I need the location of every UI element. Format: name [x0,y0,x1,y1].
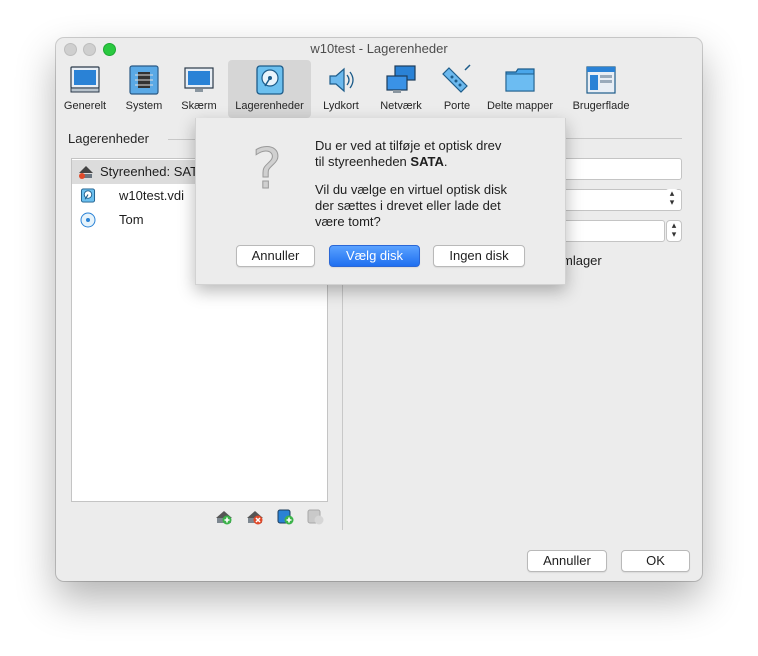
cancel-button[interactable]: Annuller [527,550,607,572]
add-attachment-icon[interactable] [276,508,294,526]
tab-delte-mapper[interactable]: Delte mapper [484,60,556,118]
dialog-line-2-suffix: . [443,154,448,169]
general-screen-icon [70,66,100,93]
tab-label: Netværk [380,100,422,112]
storage-section-label: Lagerenheder [68,131,149,146]
name-field[interactable] [563,158,682,180]
section-divider [562,138,682,139]
tab-generelt[interactable]: Generelt [60,60,110,118]
tab-netvaerk[interactable]: Netværk [374,60,428,118]
dialog-question-3: være tomt? [315,214,381,229]
zoom-window-button[interactable] [103,43,116,56]
port-count-field[interactable] [563,220,665,242]
optical-disc-icon [80,212,96,228]
svg-text:?: ? [252,140,282,196]
close-window-button[interactable] [64,43,77,56]
display-icon [184,67,214,92]
choose-disk-button[interactable]: Vælg disk [329,245,420,267]
type-select[interactable]: ▴ ▾ [563,189,682,211]
dialog-line-2: til styreenheden SATA. [315,154,501,170]
folder-icon [505,68,535,92]
controller-name: SATA [410,154,444,169]
settings-toolbar: Generelt System Skærm Lagerenheder Lydko… [56,60,702,118]
tab-label: Brugerflade [572,100,630,112]
tab-brugerflade[interactable]: Brugerflade [568,60,634,118]
add-controller-icon[interactable] [215,508,233,526]
dialog-question-2: der sættes i drevet eller lade det [315,198,501,213]
dialog-line-1: Du er ved at tilføje et optisk drev [315,138,502,153]
controller-label: Styreenhed: SAT [100,164,199,179]
dialog-message: Du er ved at tilføje et optisk drev til … [315,138,501,170]
add-optical-drive-dialog: ? Du er ved at tilføje et optisk drev ti… [195,118,566,285]
tab-skaerm[interactable]: Skærm [176,60,222,118]
host-cache-label: mlager [562,253,602,268]
hard-disk-icon [80,188,96,203]
dialog-question: Vil du vælge en virtuel optisk disk der … [315,182,507,230]
tab-label: Skærm [181,100,217,112]
question-mark-icon: ? [252,140,283,196]
remove-controller-icon[interactable] [246,508,264,526]
ok-button[interactable]: OK [621,550,690,572]
tab-label: Generelt [63,100,107,112]
tab-label: Lydkort [323,100,359,112]
speaker-icon [329,67,354,93]
window-title: w10test - Lagerenheder [310,41,448,56]
tab-system[interactable]: System [120,60,168,118]
storage-disk-icon [255,65,284,95]
tab-lydkort[interactable]: Lydkort [318,60,364,118]
disk-label: w10test.vdi [119,188,185,203]
tab-porte[interactable]: Porte [436,60,478,118]
dialog-question-1: Vil du vælge en virtuel optisk disk [315,182,507,197]
tab-label: System [125,100,163,112]
chevron-updown-icon: ▴ ▾ [665,189,679,209]
tab-label: Porte [443,100,471,112]
tab-label: Lagerenheder [235,100,304,112]
port-icon [442,64,471,93]
ui-window-icon [586,66,616,94]
tab-label: Delte mapper [486,100,554,112]
chip-icon [129,65,159,95]
dialog-cancel-button[interactable]: Annuller [236,245,315,267]
optical-label: Tom [119,212,144,227]
no-disk-button[interactable]: Ingen disk [433,245,525,267]
minimize-window-button[interactable] [83,43,96,56]
port-count-stepper[interactable]: ▴ ▾ [666,220,682,242]
network-icon [386,65,416,93]
remove-attachment-icon [307,509,324,525]
tab-lagerenheder[interactable]: Lagerenheder [228,60,311,118]
controller-icon [79,166,93,179]
dialog-line-2-prefix: til styreenheden [315,154,411,169]
